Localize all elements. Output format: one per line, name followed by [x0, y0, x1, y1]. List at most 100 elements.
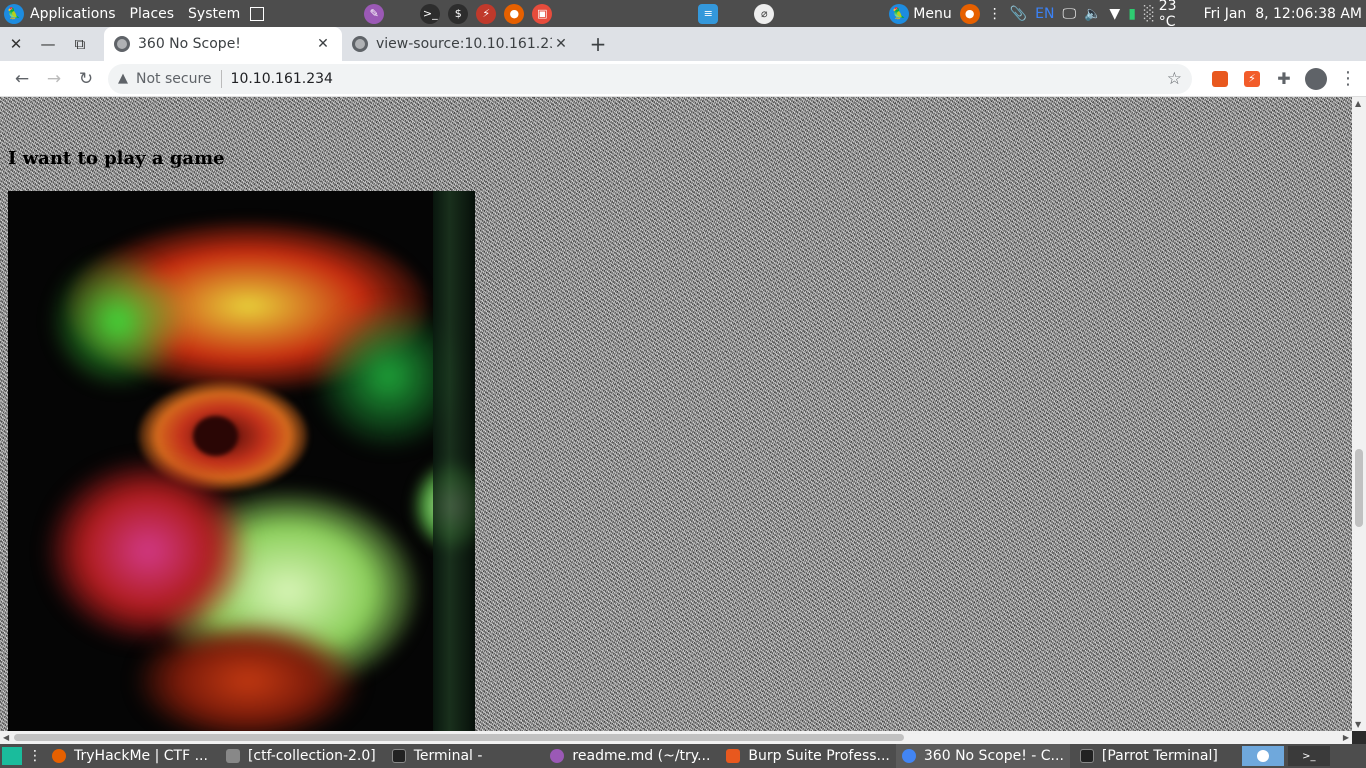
launcher-root-terminal[interactable]: $ — [444, 0, 472, 27]
burp-icon — [726, 749, 741, 763]
scroll-up-icon[interactable]: ▲ — [1355, 99, 1361, 108]
terminal-icon — [391, 749, 406, 763]
parrot-menu-icon: 🦜 — [889, 3, 910, 24]
workspace-2[interactable]: >_ — [1287, 746, 1330, 766]
places-menu[interactable]: Places — [126, 0, 179, 27]
task-label: [ctf-collection-2.0] — [247, 748, 376, 764]
system-label: System — [188, 5, 241, 22]
window-minimize-button[interactable]: — — [32, 27, 64, 61]
root-terminal-icon: $ — [448, 3, 469, 24]
scroll-left-icon[interactable]: ◀ — [3, 733, 9, 742]
paperclip-icon: 📎 — [1009, 5, 1028, 22]
arrow-right-icon: → — [46, 68, 62, 89]
address-bar[interactable]: ▲ Not secure 10.10.161.234 ☆ — [108, 63, 1192, 94]
tab-view-source[interactable]: view-source:10.10.161.234 ✕ — [342, 27, 580, 61]
taskbar: ⋮ TryHackMe | CTF ... [ctf-collection-2.… — [0, 744, 1366, 768]
wifi-icon: ▼ — [1109, 5, 1121, 22]
image-shape-mouth — [48, 461, 248, 641]
launcher-burp[interactable]: ▣ — [528, 0, 556, 27]
task-readme[interactable]: readme.md (~/try... — [544, 744, 716, 768]
more-vertical-icon: ⋮ — [987, 5, 1002, 22]
exploit-tool-icon: ⚡ — [476, 3, 497, 24]
window-close-button[interactable]: ✕ — [0, 27, 32, 61]
firefox-tray-icon: ● — [959, 3, 980, 24]
lightning-extension-icon: ⚡ — [1244, 70, 1260, 87]
clock-label: Fri Jan 8, 12:06:38 AM — [1203, 5, 1362, 22]
tab-close-icon[interactable]: ✕ — [552, 36, 570, 52]
horizontal-scroll-thumb[interactable] — [14, 734, 904, 741]
extensions-button[interactable]: ✚ — [1268, 63, 1300, 95]
new-tab-button[interactable]: + — [580, 27, 616, 61]
tab-title: view-source:10.10.161.234 — [376, 36, 552, 52]
tray-more[interactable]: ⋮ — [984, 0, 1006, 27]
launcher-terminal[interactable]: >_ — [416, 0, 444, 27]
task-ctf-collection[interactable]: [ctf-collection-2.0] — [220, 744, 382, 768]
taskbar-handle[interactable]: ⋮ — [24, 744, 46, 768]
task-terminal[interactable]: Terminal - — [386, 744, 489, 768]
vertical-scrollbar[interactable]: ▲ ▼ — [1352, 97, 1366, 731]
tray-firefox[interactable]: ● — [956, 0, 984, 27]
scroll-right-icon[interactable]: ▶ — [1343, 733, 1349, 742]
omnibox-divider — [220, 69, 222, 88]
launcher-exploit-tool[interactable]: ⚡ — [472, 0, 500, 27]
launcher-text-editor[interactable]: ✎ — [360, 0, 388, 27]
tray-clip[interactable]: 📎 — [1006, 0, 1031, 27]
close-icon: ✕ — [9, 35, 23, 53]
task-360-no-scope[interactable]: 360 No Scope! - C... — [895, 744, 1070, 768]
page-content: I want to play a game — [0, 97, 1352, 731]
menu-button[interactable]: 🦜 Menu — [885, 0, 955, 27]
bookmark-star-icon[interactable]: ☆ — [1167, 69, 1182, 89]
workspace-1[interactable] — [1241, 746, 1284, 766]
task-parrot-terminal[interactable]: [Parrot Terminal] — [1074, 744, 1224, 768]
keyboard-layout[interactable]: EN — [1031, 0, 1058, 27]
tab-close-icon[interactable]: ✕ — [314, 36, 332, 52]
applications-menu[interactable]: 🦜 Applications — [0, 0, 120, 27]
launcher-clip[interactable]: ⌀ — [750, 0, 778, 27]
menu-label: Menu — [913, 5, 952, 22]
folder-icon — [225, 749, 240, 763]
launcher-firefox[interactable]: ● — [500, 0, 528, 27]
system-settings-icon — [250, 6, 265, 21]
reload-button[interactable]: ↻ — [70, 63, 102, 95]
tray-network[interactable]: ▼ — [1105, 0, 1124, 27]
scroll-down-icon[interactable]: ▼ — [1355, 720, 1361, 729]
profile-button[interactable] — [1300, 63, 1332, 95]
task-tryhackme[interactable]: TryHackMe | CTF ... — [46, 744, 214, 768]
clock[interactable]: Fri Jan 8, 12:06:38 AM — [1200, 0, 1366, 27]
task-burp[interactable]: Burp Suite Profess... — [720, 744, 895, 768]
task-label: [Parrot Terminal] — [1101, 748, 1218, 764]
firefox-icon: ● — [504, 3, 525, 24]
extension-wappalyzer-button[interactable]: ⚡ — [1236, 63, 1268, 95]
warning-icon[interactable]: ▲ — [118, 71, 128, 86]
system-menu[interactable]: System — [184, 0, 268, 27]
window-restore-button[interactable]: ⧉ — [64, 27, 96, 61]
weather[interactable]: ░ 23 °C — [1140, 0, 1194, 30]
system-panel: 🦜 Applications Places System ✎ >_ $ ⚡ ● … — [0, 0, 1366, 30]
horizontal-scrollbar[interactable]: ◀ ▶ — [0, 731, 1352, 744]
chrome-workspace-icon — [1256, 750, 1269, 762]
browser-menu-button[interactable]: ⋮ — [1332, 63, 1364, 95]
extension-burp-button[interactable] — [1204, 63, 1236, 95]
show-desktop-button[interactable] — [0, 744, 24, 768]
tab-strip: ✕ — ⧉ 360 No Scope! ✕ view-source:10.10.… — [0, 27, 1366, 61]
back-button[interactable]: ← — [6, 63, 38, 95]
image-shape-jaw — [138, 621, 358, 731]
reload-icon: ↻ — [78, 68, 94, 89]
terminal-icon: >_ — [420, 3, 441, 24]
vertical-scroll-thumb[interactable] — [1355, 449, 1363, 527]
security-label[interactable]: Not secure — [136, 71, 212, 87]
volume-icon: 🔈 — [1083, 5, 1102, 22]
tab-360-no-scope[interactable]: 360 No Scope! ✕ — [104, 27, 342, 61]
chrome-icon — [901, 749, 916, 763]
tray-display[interactable]: 🖵 — [1058, 0, 1080, 27]
account-icon — [1305, 67, 1327, 90]
tray-battery[interactable]: ▮ — [1124, 0, 1140, 27]
task-label: Terminal - — [413, 748, 483, 764]
url-text[interactable]: 10.10.161.234 — [231, 71, 1167, 87]
forward-button[interactable]: → — [38, 63, 70, 95]
launcher-notes[interactable]: ≡ — [694, 0, 722, 27]
terminal-workspace-icon: >_ — [1302, 750, 1316, 762]
tray-volume[interactable]: 🔈 — [1080, 0, 1105, 27]
restore-icon: ⧉ — [74, 35, 86, 53]
desktop-icon — [2, 747, 22, 765]
